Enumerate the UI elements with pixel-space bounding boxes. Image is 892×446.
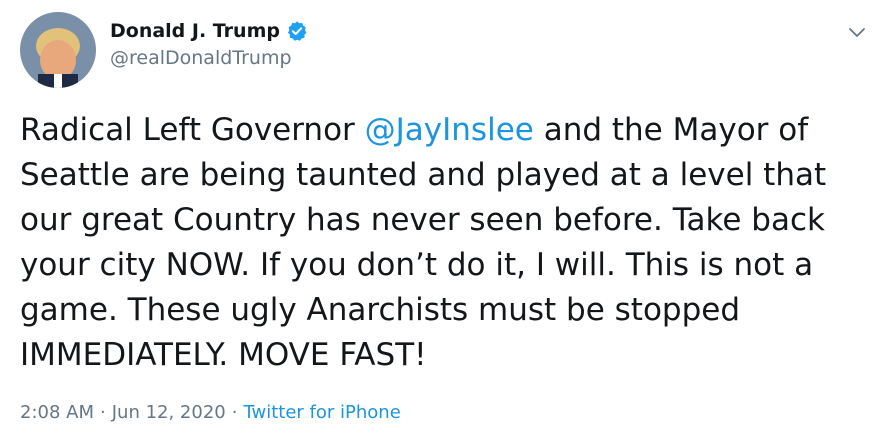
meta-separator: · bbox=[100, 402, 106, 423]
tweet-text-before: Radical Left Governor bbox=[20, 112, 365, 148]
tweet-time[interactable]: 2:08 AM bbox=[20, 402, 94, 423]
tweet-card: Donald J. Trump @realDonaldTrump Radical… bbox=[0, 0, 892, 446]
tweet-text: Radical Left Governor @JayInslee and the… bbox=[20, 108, 880, 378]
tweet-text-after: and the Mayor of Seattle are being taunt… bbox=[20, 112, 827, 373]
tweet-source-link[interactable]: Twitter for iPhone bbox=[243, 402, 400, 423]
tweet-header: Donald J. Trump @realDonaldTrump bbox=[110, 20, 308, 69]
mention-link[interactable]: @JayInslee bbox=[365, 112, 534, 148]
tweet-date[interactable]: Jun 12, 2020 bbox=[112, 402, 226, 423]
meta-separator: · bbox=[231, 402, 238, 423]
verified-badge-icon bbox=[286, 20, 308, 42]
tweet-meta: 2:08 AM · Jun 12, 2020 · Twitter for iPh… bbox=[20, 402, 401, 423]
user-handle[interactable]: @realDonaldTrump bbox=[110, 47, 308, 69]
chevron-down-icon[interactable] bbox=[848, 24, 866, 37]
display-name[interactable]: Donald J. Trump bbox=[110, 20, 280, 42]
avatar[interactable] bbox=[20, 12, 96, 88]
